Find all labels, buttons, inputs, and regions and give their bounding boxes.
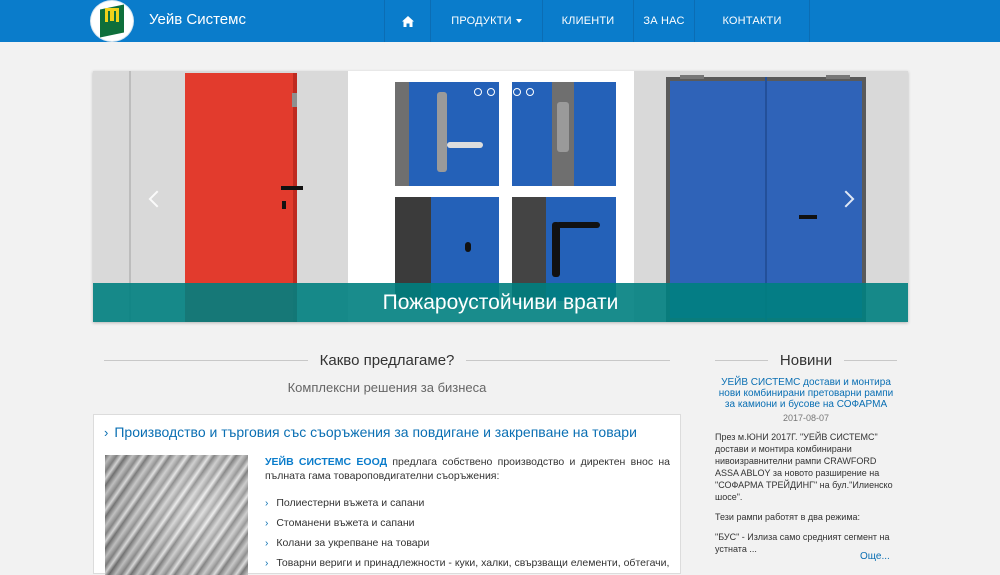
main-nav: ПРОДУКТИ КЛИЕНТИ ЗА НАС КОНТАКТИ: [384, 0, 810, 42]
list-item: › Стоманени въжета и сапани: [265, 513, 669, 533]
offer-heading: Какво предлагаме?: [104, 350, 671, 370]
nav-about[interactable]: ЗА НАС: [633, 0, 694, 42]
list-item-label: Полиестерни въжета и сапани: [276, 497, 425, 509]
news-item-date: 2017-08-07: [782, 413, 830, 423]
list-item-label: Колани за укрепване на товари: [276, 537, 430, 549]
nav-clients-label: КЛИЕНТИ: [561, 15, 615, 27]
nav-products[interactable]: ПРОДУКТИ: [430, 0, 542, 42]
offer-intro: УЕЙВ СИСТЕМС ЕООД предлага собствено про…: [265, 455, 670, 483]
brand-name[interactable]: Уейв Системс: [149, 11, 246, 28]
home-icon: [401, 15, 414, 27]
chevron-right-icon: ›: [265, 498, 269, 509]
nav-about-label: ЗА НАС: [643, 15, 685, 27]
news-item-title[interactable]: УЕЙВ СИСТЕМС достави и монтира нови комб…: [716, 377, 896, 410]
hero-slider[interactable]: Пожароустойчиви врати: [93, 71, 908, 322]
nav-home[interactable]: [384, 0, 430, 42]
offer-subheading: Комплексни решения за бизнеса: [287, 380, 487, 395]
slider-dot[interactable]: [487, 88, 495, 96]
list-item: › Товарни вериги и принадлежности - куки,…: [265, 553, 669, 573]
nav-contacts[interactable]: КОНТАКТИ: [694, 0, 810, 42]
slider-dot[interactable]: [513, 88, 521, 96]
offer-card: › Производство и търговия със съоръжения …: [93, 414, 681, 575]
news-paragraph: Тези рампи работят в два режима:: [715, 512, 861, 522]
news-paragraph: През м.ЮНИ 2017Г. "УЕЙВ СИСТЕМС" достави…: [715, 432, 893, 502]
brand-logo[interactable]: [91, 1, 133, 41]
nav-contacts-label: КОНТАКТИ: [722, 15, 782, 27]
news-heading-text: Новини: [779, 351, 833, 369]
offer-card-title-text: Производство и търговия със съоръжения з…: [114, 424, 637, 440]
slider-dot-active[interactable]: [500, 88, 508, 96]
nav-products-label: ПРОДУКТИ: [451, 15, 512, 27]
chevron-right-icon: ›: [265, 558, 269, 569]
list-item: › Колани за укрепване на товари: [265, 533, 669, 553]
news-heading: Новини: [715, 350, 897, 370]
steel-rope-image: [105, 455, 248, 575]
caret-down-icon: [515, 19, 522, 23]
offer-card-title[interactable]: › Производство и търговия със съоръжения …: [104, 424, 637, 440]
offer-list: › Полиестерни въжета и сапани › Стоманени …: [265, 493, 669, 573]
offer-heading-text: Какво предлагаме?: [319, 351, 455, 369]
list-item-label: Товарни вериги и принадлежности - куки, …: [276, 557, 670, 569]
slider-dot[interactable]: [474, 88, 482, 96]
nav-clients[interactable]: КЛИЕНТИ: [542, 0, 633, 42]
list-item-label: Стоманени въжета и сапани: [276, 517, 415, 529]
company-name: УЕЙВ СИСТЕМС ЕООД: [265, 456, 388, 468]
news-more-link[interactable]: Още...: [860, 551, 890, 562]
slider-dot[interactable]: [526, 88, 534, 96]
top-navbar: Уейв Системс ПРОДУКТИ КЛИЕНТИ ЗА НАС КОН…: [0, 0, 1000, 42]
news-item-body: През м.ЮНИ 2017Г. "УЕЙВ СИСТЕМС" достави…: [715, 431, 897, 563]
list-item: › Полиестерни въжета и сапани: [265, 493, 669, 513]
slider-indicators: [474, 88, 539, 96]
chevron-right-icon: ›: [265, 518, 269, 529]
slider-caption: Пожароустойчиви врати: [93, 283, 908, 322]
chevron-right-icon: ›: [265, 538, 269, 549]
chevron-right-icon: ›: [104, 425, 109, 440]
